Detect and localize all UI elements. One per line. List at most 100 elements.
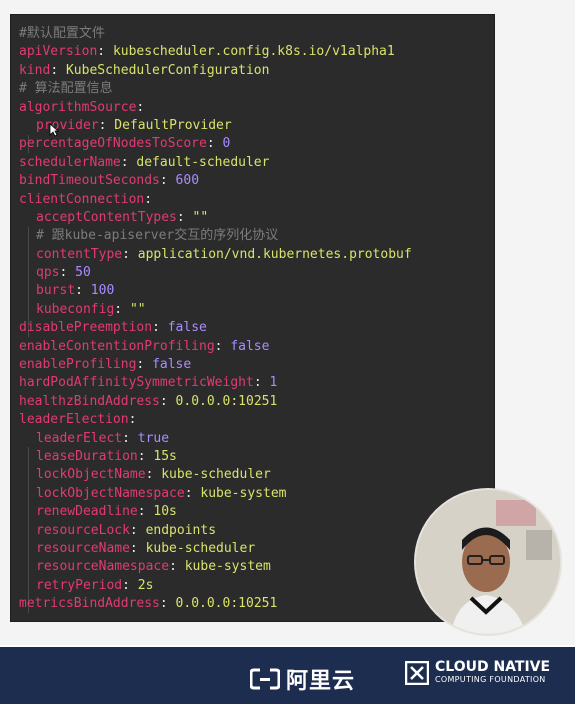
aliyun-mark-icon bbox=[250, 668, 280, 690]
yaml-key: resourceLock bbox=[36, 522, 130, 538]
yaml-key: kind bbox=[19, 62, 51, 78]
colon: : bbox=[136, 99, 145, 115]
colon: : bbox=[253, 375, 270, 391]
colon: : bbox=[120, 154, 137, 170]
yaml-key: resourceName bbox=[36, 540, 130, 556]
code-line[interactable]: leaderElection: bbox=[19, 411, 412, 429]
code-line[interactable]: #默认配置文件 bbox=[19, 25, 412, 43]
colon: : bbox=[50, 62, 66, 78]
code-comment: # 算法配置信息 bbox=[19, 81, 113, 97]
colon: : bbox=[122, 430, 138, 446]
text-cursor-icon bbox=[49, 123, 59, 137]
yaml-key: acceptContentTypes bbox=[36, 209, 177, 225]
code-line[interactable]: schedulerName: default-scheduler bbox=[19, 154, 412, 172]
yaml-value: default-scheduler bbox=[136, 154, 270, 170]
aliyun-logo: 阿里云 bbox=[250, 663, 355, 695]
code-comment: #默认配置文件 bbox=[19, 26, 105, 41]
yaml-value: kube-scheduler bbox=[145, 540, 256, 556]
colon: : bbox=[145, 467, 162, 483]
yaml-value: kube-system bbox=[200, 485, 287, 501]
yaml-value: application/vnd.kubernetes.protobuf bbox=[137, 246, 412, 262]
yaml-key: leaderElection bbox=[19, 412, 129, 428]
colon: : bbox=[159, 173, 176, 189]
colon: : bbox=[214, 338, 231, 354]
yaml-value: 100 bbox=[90, 283, 115, 299]
code-line[interactable]: acceptContentTypes: "" bbox=[19, 209, 412, 227]
code-line[interactable]: algorithmSource: bbox=[19, 99, 412, 117]
code-line[interactable]: hardPodAffinitySymmetricWeight: 1 bbox=[19, 374, 412, 392]
code-line[interactable]: metricsBindAddress: 0.0.0.0:10251 bbox=[19, 595, 412, 613]
code-line[interactable]: disablePreemption: false bbox=[19, 319, 412, 337]
code-line[interactable]: clientConnection: bbox=[19, 191, 412, 209]
yaml-key: leaderElect bbox=[36, 430, 123, 446]
colon: : bbox=[98, 117, 115, 133]
code-comment: # 跟kube-apiserver交互的序列化协议 bbox=[36, 228, 279, 244]
colon: : bbox=[159, 393, 176, 409]
yaml-value: false bbox=[167, 320, 207, 336]
colon: : bbox=[169, 559, 185, 575]
yaml-key: lockObjectNamespace bbox=[36, 485, 185, 501]
code-line[interactable]: enableContentionProfiling: false bbox=[19, 338, 412, 356]
code-line[interactable]: contentType: application/vnd.kubernetes.… bbox=[19, 246, 412, 264]
slide-frame: #默认配置文件 apiVersion: kubescheduler.config.… bbox=[0, 0, 575, 645]
code-line[interactable]: provider: DefaultProvider bbox=[19, 117, 412, 135]
yaml-key: apiVersion bbox=[19, 44, 98, 60]
code-line[interactable]: # 算法配置信息 bbox=[19, 80, 412, 98]
yaml-key: clientConnection bbox=[19, 191, 145, 207]
yaml-key: contentType bbox=[36, 246, 123, 262]
colon: : bbox=[128, 412, 137, 428]
colon: : bbox=[159, 596, 176, 612]
yaml-value: false bbox=[230, 338, 270, 354]
yaml-key: schedulerName bbox=[19, 154, 121, 170]
colon: : bbox=[129, 540, 146, 556]
yaml-key: algorithmSource bbox=[19, 99, 137, 115]
cncf-mark-icon bbox=[405, 660, 429, 685]
presenter-image bbox=[416, 490, 560, 634]
yaml-value: 50 bbox=[75, 265, 91, 281]
code-line[interactable]: leaseDuration: 15s bbox=[19, 448, 412, 466]
yaml-value: true bbox=[137, 430, 170, 446]
yaml-value: 0.0.0.0:10251 bbox=[175, 393, 278, 409]
code-line[interactable]: lockObjectName: kube-scheduler bbox=[19, 466, 412, 484]
colon: : bbox=[122, 577, 138, 593]
code-line[interactable]: enableProfiling: false bbox=[19, 356, 412, 374]
code-line[interactable]: kubeconfig: "" bbox=[19, 301, 412, 319]
yaml-key: metricsBindAddress bbox=[19, 596, 160, 612]
code-line[interactable]: percentageOfNodesToScore: 0 bbox=[19, 135, 412, 153]
yaml-value: 1 bbox=[269, 375, 278, 391]
colon: : bbox=[75, 283, 91, 299]
cncf-subtitle: COMPUTING FOUNDATION bbox=[435, 675, 546, 684]
code-line[interactable]: renewDeadline: 10s bbox=[19, 503, 412, 521]
yaml-key: retryPeriod bbox=[36, 577, 123, 593]
code-line[interactable]: retryPeriod: 2s bbox=[19, 577, 412, 595]
colon: : bbox=[136, 357, 153, 373]
colon: : bbox=[137, 448, 154, 464]
code-line[interactable]: bindTimeoutSeconds: 600 bbox=[19, 172, 412, 190]
code-line[interactable]: burst: 100 bbox=[19, 282, 412, 300]
colon: : bbox=[206, 136, 223, 152]
code-line[interactable]: apiVersion: kubescheduler.config.k8s.io/… bbox=[19, 43, 412, 61]
yaml-key: disablePreemption bbox=[19, 320, 153, 336]
code-line[interactable]: kind: KubeSchedulerConfiguration bbox=[19, 62, 412, 80]
yaml-key: lockObjectName bbox=[36, 467, 146, 483]
code-line[interactable]: resourceNamespace: kube-system bbox=[19, 558, 412, 576]
yaml-value: 0.0.0.0:10251 bbox=[175, 596, 278, 612]
code-line[interactable]: resourceName: kube-scheduler bbox=[19, 540, 412, 558]
code-line[interactable]: leaderElect: true bbox=[19, 430, 412, 448]
yaml-key: provider bbox=[36, 117, 99, 133]
yaml-value: false bbox=[152, 357, 192, 373]
cncf-title: CLOUD NATIVE bbox=[435, 659, 551, 675]
code-line[interactable]: resourceLock: endpoints bbox=[19, 522, 412, 540]
yaml-key: qps bbox=[36, 265, 60, 281]
yaml-key: bindTimeoutSeconds bbox=[19, 173, 160, 189]
yaml-key: burst bbox=[36, 283, 76, 299]
colon: : bbox=[97, 44, 113, 60]
yaml-value: DefaultProvider bbox=[114, 117, 232, 133]
code-line[interactable]: # 跟kube-apiserver交互的序列化协议 bbox=[19, 227, 412, 245]
code-line[interactable]: healthzBindAddress: 0.0.0.0:10251 bbox=[19, 393, 412, 411]
code-line[interactable]: lockObjectNamespace: kube-system bbox=[19, 485, 412, 503]
colon: : bbox=[59, 265, 76, 281]
yaml-value: 600 bbox=[175, 173, 200, 189]
yaml-key: hardPodAffinitySymmetricWeight bbox=[19, 375, 254, 391]
code-line[interactable]: qps: 50 bbox=[19, 264, 412, 282]
